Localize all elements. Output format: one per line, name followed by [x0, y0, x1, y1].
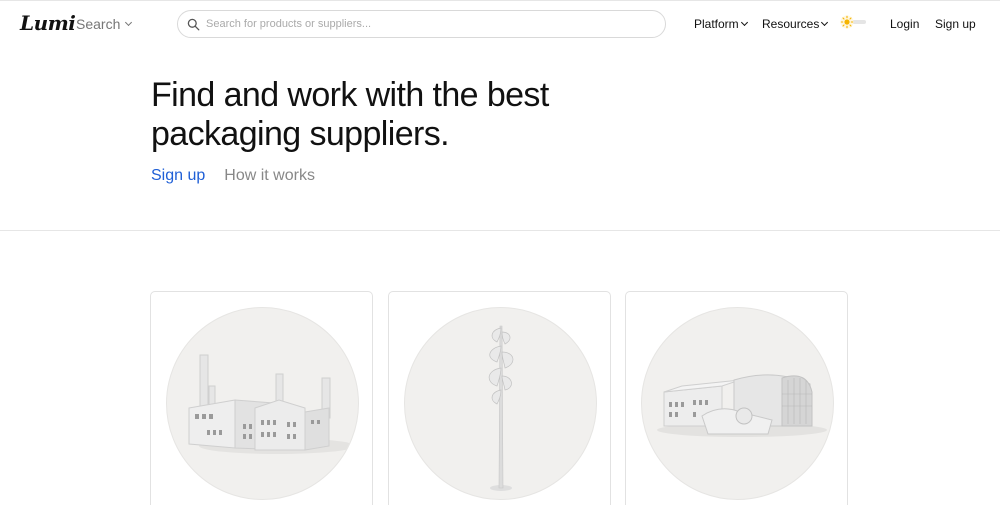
search-input[interactable] [206, 18, 646, 30]
logo[interactable]: Lumi [20, 11, 76, 35]
hero-signup-link[interactable]: Sign up [151, 167, 205, 185]
section-divider [0, 230, 1000, 231]
nav-resources[interactable]: Resources [762, 17, 829, 31]
nav-resources-label: Resources [762, 17, 820, 31]
login-link[interactable]: Login [890, 17, 919, 31]
category-card-manufacturing[interactable] [150, 291, 373, 505]
signup-link[interactable]: Sign up [935, 17, 976, 31]
search-menu-label: Search [76, 16, 121, 32]
hero-title: Find and work with the best packaging su… [151, 76, 549, 153]
paper-mill-illustration [657, 374, 827, 437]
search-menu-dropdown[interactable]: Search [76, 16, 133, 32]
card-image-circle [641, 307, 834, 500]
chevron-down-icon [740, 18, 748, 27]
tree-illustration [488, 325, 514, 491]
chevron-down-icon [821, 18, 829, 27]
how-it-works-link[interactable]: How it works [224, 167, 315, 185]
factory-illustration [188, 354, 355, 454]
category-card-materials[interactable] [388, 291, 611, 505]
sun-icon [840, 15, 854, 29]
theme-toggle[interactable] [840, 15, 866, 29]
top-border [0, 0, 1000, 1]
chevron-down-icon [125, 18, 133, 27]
category-card-processing[interactable] [625, 291, 848, 505]
card-image-circle [166, 307, 359, 500]
card-image-circle [404, 307, 597, 500]
hero-actions: Sign up How it works [151, 167, 315, 185]
nav-platform[interactable]: Platform [694, 17, 748, 31]
search-icon [187, 18, 200, 30]
nav-platform-label: Platform [694, 17, 739, 31]
search-bar[interactable] [177, 10, 666, 38]
site-header: Lumi Search Platform Resources [0, 5, 1000, 45]
